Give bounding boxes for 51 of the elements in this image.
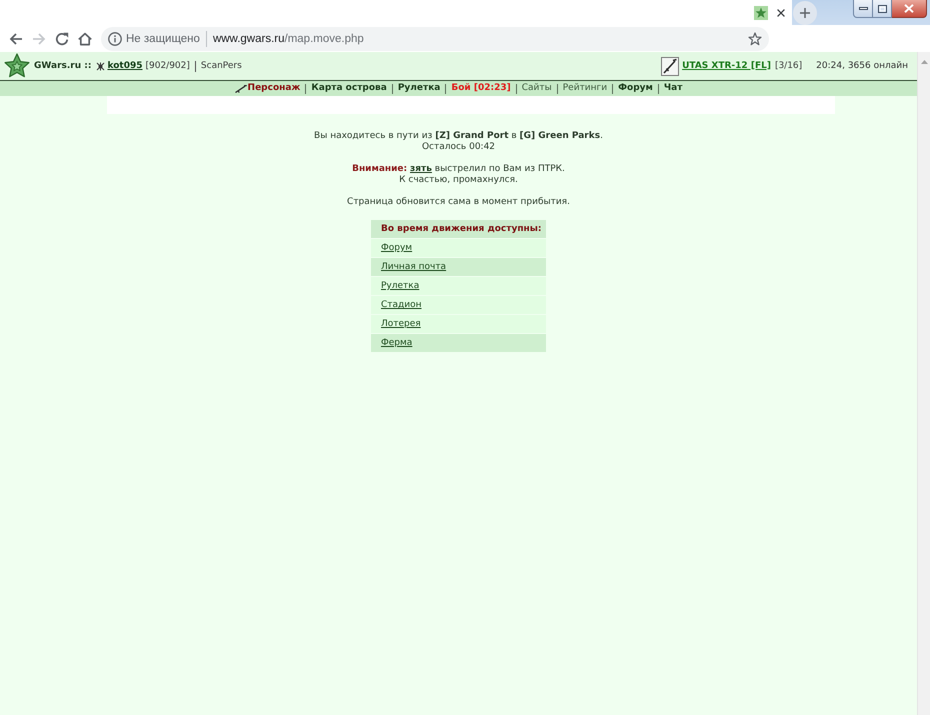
- menu-link[interactable]: Ферма: [381, 338, 412, 348]
- home-icon[interactable]: [77, 30, 93, 46]
- warning-text: Внимание: зять выстрелил по Вам из ПТРК.: [351, 164, 566, 175]
- rifle-icon: [234, 84, 247, 92]
- menu-link[interactable]: Личная почта: [381, 262, 446, 272]
- refresh-note: Страница обновится сама в момент прибытия.: [346, 197, 571, 208]
- nav-link[interactable]: Рейтинги: [562, 83, 608, 94]
- address-bar[interactable]: Не защищено www.gwars.ru/map.move.php: [101, 26, 769, 50]
- arrow-left-icon[interactable]: [8, 30, 24, 46]
- menu-link[interactable]: Форум: [381, 243, 412, 253]
- user-link[interactable]: kot095: [107, 60, 142, 72]
- security-label: Не защищено: [126, 32, 200, 46]
- nav-link[interactable]: Персонаж: [248, 83, 300, 94]
- remaining-time: Осталось 00:42: [420, 142, 496, 153]
- weapon-link[interactable]: UTAS XTR-12 [FL]: [682, 60, 771, 72]
- site-title: GWars.ru ::: [34, 60, 92, 72]
- warning-note: К счастью, промахнулся.: [398, 175, 519, 186]
- nav-link[interactable]: Карта острова: [311, 83, 387, 94]
- favicon-icon: [754, 6, 768, 20]
- minimize-button[interactable]: [853, 0, 873, 18]
- close-icon[interactable]: [777, 8, 785, 16]
- nav-link[interactable]: Бой [02:23]: [451, 83, 511, 94]
- reload-icon[interactable]: [54, 30, 70, 46]
- header-link[interactable]: ScanPers: [200, 60, 242, 72]
- health-text: [902/902]: [145, 60, 190, 72]
- menu-link[interactable]: Лотерея: [381, 319, 421, 329]
- plus-icon: [800, 8, 810, 18]
- minimize-icon: [858, 7, 868, 10]
- nav-link[interactable]: Чат: [664, 83, 682, 94]
- nav-link[interactable]: Форум: [618, 83, 653, 94]
- ammo-text: [3/16]: [774, 60, 802, 72]
- scrollbar[interactable]: [917, 52, 930, 715]
- status-text: 20:24, 3656 онлайн: [816, 60, 908, 72]
- attacker-link[interactable]: зять: [410, 164, 432, 174]
- nav-link[interactable]: Рулетка: [398, 83, 440, 94]
- url-text: www.gwars.ru/map.move.php: [212, 32, 364, 46]
- close-window-button[interactable]: [892, 0, 927, 18]
- emblem-icon: [96, 62, 106, 70]
- new-tab-button[interactable]: [793, 1, 817, 25]
- star-icon[interactable]: [748, 32, 762, 46]
- star-logo-icon[interactable]: [4, 53, 30, 79]
- menu-link[interactable]: Рулетка: [381, 281, 420, 291]
- panel-header: Во время движения доступны:: [371, 220, 546, 238]
- maximize-icon: [878, 4, 886, 12]
- nav-link[interactable]: Сайты: [522, 83, 552, 94]
- rifle-icon: [661, 56, 680, 76]
- maximize-button[interactable]: [873, 0, 892, 18]
- travel-text: Вы находитесь в пути из [Z] Grand Port в [G] Green Parks.: [313, 131, 604, 142]
- close-icon: [904, 4, 914, 13]
- info-icon: [108, 32, 122, 46]
- menu-link[interactable]: Стадион: [381, 300, 422, 310]
